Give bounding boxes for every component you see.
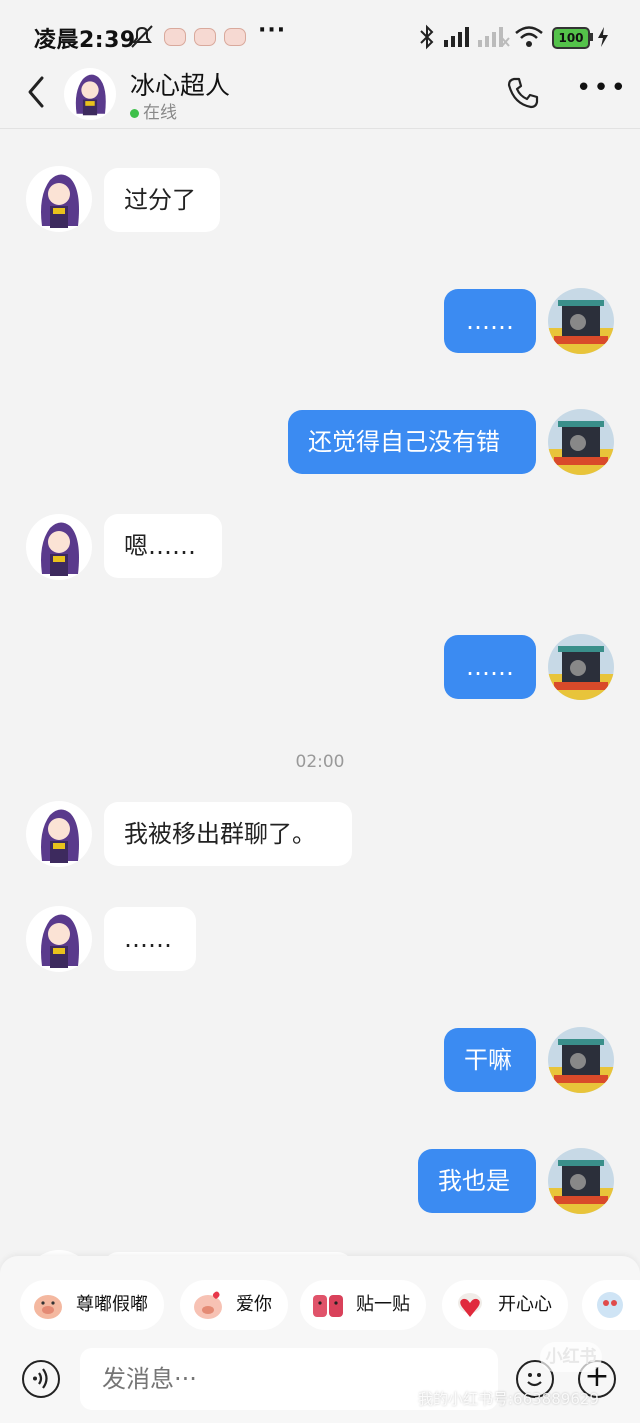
outgoing-message-bubble[interactable]: ……	[444, 289, 536, 353]
contact-avatar[interactable]	[64, 68, 116, 120]
my-message-avatar[interactable]	[548, 409, 614, 475]
bluetooth-icon	[420, 24, 434, 50]
online-status-label: 在线	[143, 103, 177, 123]
my-message-avatar[interactable]	[548, 634, 614, 700]
incoming-message-bubble[interactable]: 我被移出群聊了。	[104, 802, 352, 866]
quick-reply-label: 尊嘟假嘟	[76, 1294, 148, 1315]
quick-reply-chip[interactable]: 爱你	[180, 1280, 288, 1330]
pig-sticker-icon	[34, 1295, 62, 1319]
quick-reply-label: 爱你	[236, 1294, 272, 1315]
charging-icon	[598, 27, 608, 47]
quick-reply-chip[interactable]: 尊嘟假嘟	[20, 1280, 164, 1330]
my-message-avatar[interactable]	[548, 1148, 614, 1214]
message-timestamp: 02:00	[295, 752, 345, 772]
outgoing-message-bubble[interactable]: 干嘛	[444, 1028, 536, 1092]
pig-emoji-icon	[194, 28, 216, 46]
incoming-message-bubble[interactable]: ……	[104, 907, 196, 971]
signal-2-icon	[478, 27, 510, 47]
heart-sticker-icon	[458, 1293, 482, 1317]
my-message-avatar[interactable]	[548, 1027, 614, 1093]
chat-header: 冰心超人 在线 •••	[0, 60, 640, 129]
incoming-message-bubble[interactable]: 嗯……	[104, 514, 222, 578]
status-time: 凌晨2:39	[34, 28, 136, 53]
incoming-message-bubble[interactable]: 过分了	[104, 168, 220, 232]
outgoing-message-bubble[interactable]: ……	[444, 635, 536, 699]
contact-message-avatar[interactable]	[26, 801, 92, 867]
online-status: 在线	[130, 98, 177, 123]
pig-emoji-icon	[224, 28, 246, 46]
contact-message-avatar[interactable]	[26, 906, 92, 972]
quick-reply-label: 开心心	[498, 1294, 552, 1315]
sticker-icon	[597, 1292, 623, 1318]
wifi-icon	[515, 26, 543, 47]
quick-reply-chip[interactable]: 开心心	[442, 1280, 568, 1330]
watermark-logo: 小红书	[540, 1342, 602, 1372]
more-options-icon[interactable]: •••	[576, 75, 628, 101]
pig-love-sticker-icon	[194, 1291, 222, 1319]
my-message-avatar[interactable]	[548, 288, 614, 354]
outgoing-message-bubble[interactable]: 我也是	[418, 1149, 536, 1213]
pig-emoji-icon	[164, 28, 186, 46]
quick-reply-chip[interactable]	[582, 1280, 640, 1330]
more-notifications-icon: ···	[258, 18, 287, 43]
battery-tip	[590, 33, 593, 41]
watermark-text: 我的小红书号:663889629	[418, 1390, 599, 1408]
online-dot	[130, 108, 139, 118]
mute-notification-icon	[131, 25, 153, 48]
outgoing-message-bubble[interactable]: 还觉得自己没有错	[288, 410, 536, 474]
signal-icon	[444, 27, 469, 47]
contact-name: 冰心超人	[130, 71, 231, 100]
voice-input-icon[interactable]	[22, 1360, 60, 1398]
battery-indicator: 100	[552, 27, 590, 49]
quick-reply-chip[interactable]: 贴一贴	[300, 1280, 426, 1330]
phone-call-icon[interactable]	[506, 76, 540, 110]
contact-message-avatar[interactable]	[26, 166, 92, 232]
quick-reply-label: 贴一贴	[356, 1294, 410, 1315]
hug-sticker-icon	[313, 1295, 343, 1317]
contact-message-avatar[interactable]	[26, 514, 92, 580]
back-arrow-icon[interactable]	[24, 74, 50, 110]
